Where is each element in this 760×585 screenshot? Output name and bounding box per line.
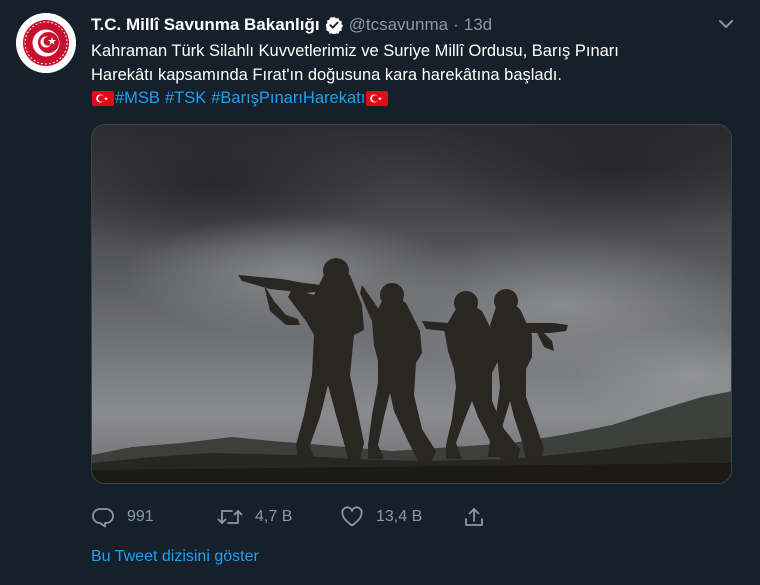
tweet-timestamp[interactable]: 13d (464, 15, 492, 35)
hashtag-link[interactable]: #MSB (115, 87, 160, 111)
retweet-button[interactable]: 4,7 B (217, 504, 292, 530)
tweet-text-line: Harekâtı kapsamında Fırat'ın doğusuna ka… (91, 65, 562, 84)
tweet-text-line: Kahraman Türk Silahlı Kuvvetlerimiz ve S… (91, 42, 619, 60)
show-thread-link[interactable]: Bu Tweet dizisini göster (91, 548, 259, 566)
hashtag-link[interactable]: #BarışPınarıHarekatı (211, 87, 365, 111)
share-button[interactable] (463, 504, 485, 530)
retweet-count: 4,7 B (255, 508, 293, 525)
retweet-icon (217, 506, 243, 528)
display-name[interactable]: T.C. Millî Savunma Bakanlığı (91, 15, 320, 35)
share-icon (463, 506, 485, 528)
like-count: 13,4 B (376, 508, 423, 525)
reply-icon (91, 506, 115, 528)
tweet[interactable]: T.C. Millî Savunma Bakanlığı @tcsavunma … (0, 0, 760, 585)
hashtag-line: #MSB #TSK #BarışPınarıHarekatı (91, 87, 731, 111)
verified-badge-icon (325, 16, 343, 34)
hashtag-link[interactable]: #TSK (165, 87, 206, 111)
like-button[interactable]: 13,4 B (340, 504, 422, 530)
tweet-actions: 991 4,7 B 13,4 B (91, 504, 611, 530)
tweet-menu-chevron-down-icon[interactable] (716, 15, 736, 33)
tweet-photo[interactable] (91, 124, 732, 484)
user-handle[interactable]: @tcsavunma (349, 15, 448, 35)
reply-count: 991 (127, 508, 154, 525)
avatar[interactable] (16, 13, 76, 73)
separator-dot: · (453, 15, 459, 34)
heart-icon (340, 506, 364, 528)
tweet-text: Kahraman Türk Silahlı Kuvvetlerimiz ve S… (91, 40, 731, 111)
tweet-header: T.C. Millî Savunma Bakanlığı @tcsavunma … (91, 14, 492, 36)
turkish-flag-icon (366, 91, 389, 107)
turkish-flag-icon (92, 91, 114, 107)
soldiers-silhouette-photo (92, 125, 731, 483)
reply-button[interactable]: 991 (91, 504, 154, 530)
ministry-emblem-icon (16, 13, 76, 73)
